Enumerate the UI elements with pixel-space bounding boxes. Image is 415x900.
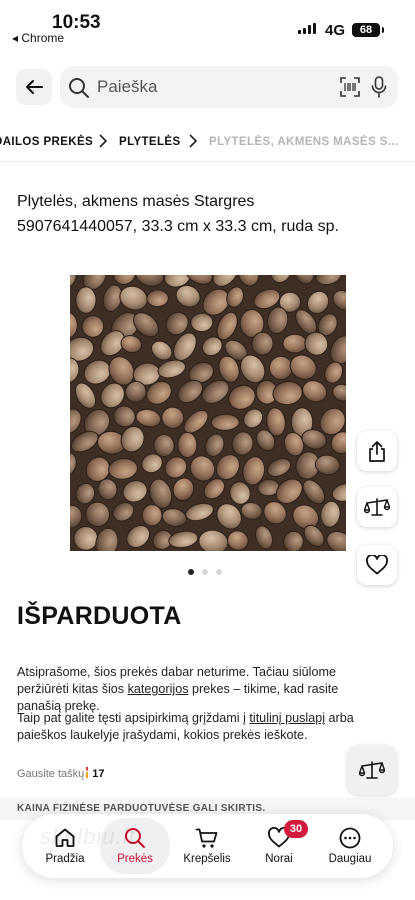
network-type: 4G: [325, 22, 346, 39]
pebble: [210, 413, 240, 431]
nav-label: Krepšelis: [183, 853, 231, 865]
nav-label: Pradžia: [45, 853, 85, 865]
divider: [0, 161, 415, 162]
pebble: [177, 431, 198, 459]
product-image[interactable]: [70, 275, 346, 551]
status-bar: 10:53 ◂ Chrome 4G 68: [0, 0, 415, 56]
breadcrumb-item[interactable]: PLYTELĖS: [119, 136, 181, 148]
breadcrumb: DAILOS PREKĖS PLYTELĖS PLYTELĖS, AKMENS …: [0, 132, 415, 154]
cart-icon: [195, 828, 218, 848]
nav-cart[interactable]: Krepšelis: [172, 814, 242, 878]
chevron-right-icon: [189, 134, 198, 148]
compare-icon: [364, 498, 390, 516]
product-title-line: 5907641440057, 33.3 cm x 33.3 cm, ruda s…: [17, 218, 339, 235]
chevron-right-icon: [99, 134, 108, 148]
pebble: [146, 289, 169, 308]
pebble: [282, 333, 308, 354]
signal-icon: [298, 23, 316, 34]
heart-icon: [366, 555, 388, 575]
nav-label: Daugiau: [328, 853, 372, 865]
search-header: [0, 64, 415, 112]
gallery-dot[interactable]: [188, 569, 194, 575]
barcode-scan-icon[interactable]: [340, 77, 360, 97]
compare-float-button[interactable]: [347, 745, 397, 795]
sold-out-heading: IŠPARDUOTA: [17, 602, 182, 630]
compare-button[interactable]: [357, 487, 397, 527]
microphone-icon[interactable]: [371, 76, 387, 98]
share-icon: [369, 441, 385, 462]
gallery-dot[interactable]: [216, 569, 222, 575]
homepage-link[interactable]: titulinį puslapį: [249, 711, 325, 725]
search-icon: [69, 78, 89, 98]
points-icon: [86, 767, 89, 778]
product-title: Plytelės, akmens masės Stargres 59076414…: [17, 189, 402, 239]
compare-icon: [359, 761, 385, 779]
continue-shopping-message: Taip pat galite tęsti apsipirkimą grįžda…: [17, 710, 377, 744]
unavailable-message: Atsiprašome, šios prekės dabar neturime.…: [17, 664, 377, 715]
breadcrumb-current: PLYTELĖS, AKMENS MASĖS S...: [209, 136, 399, 148]
pebble: [75, 286, 97, 314]
back-to-app-link[interactable]: ◂ Chrome: [12, 31, 64, 45]
gallery-dot[interactable]: [202, 569, 208, 575]
points-value: 17: [92, 768, 105, 780]
back-arrow-icon: [26, 80, 43, 94]
nav-label: Prekės: [117, 853, 153, 865]
gallery-dots: [188, 569, 222, 575]
back-button[interactable]: [16, 69, 52, 105]
category-link[interactable]: kategorijos: [128, 682, 189, 696]
search-bar[interactable]: [60, 66, 398, 108]
pebble: [141, 504, 163, 527]
points-label: Gausite taškų: [17, 768, 85, 780]
more-icon: [339, 827, 361, 849]
message-text: Taip pat galite tęsti apsipirkimą grįžda…: [17, 711, 250, 725]
nav-more[interactable]: Daugiau: [315, 814, 385, 878]
wishlist-button[interactable]: [357, 545, 397, 585]
search-input[interactable]: [97, 74, 327, 100]
pebble: [269, 355, 293, 381]
share-button[interactable]: [357, 431, 397, 471]
battery-icon: 68: [352, 23, 384, 37]
wishlist-count-badge: 30: [284, 820, 308, 838]
product-title-line: Plytelės, akmens masės Stargres: [17, 193, 255, 210]
loyalty-points: Gausite taškų 17: [17, 767, 105, 780]
nav-wishlist[interactable]: 30 Norai: [244, 814, 314, 878]
watermark: skelbiu.lt: [40, 824, 136, 849]
breadcrumb-item[interactable]: DAILOS PREKĖS: [0, 136, 93, 148]
nav-label: Norai: [265, 853, 293, 865]
